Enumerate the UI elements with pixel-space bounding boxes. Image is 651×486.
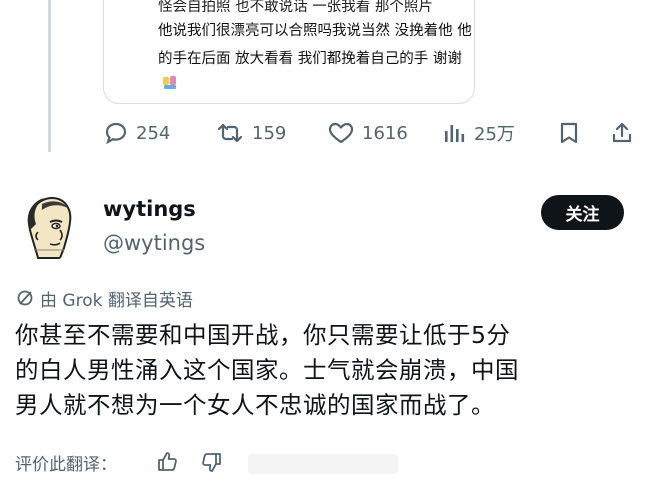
quoted-post-line-2: 他说我们很漂亮可以合照吗我说当然 没挽着他 他 [158,23,472,39]
blurred-watermark [248,454,398,474]
thumbs-down-button[interactable] [199,449,225,475]
like-count: 1616 [362,122,408,144]
reply-button[interactable]: 254 [104,118,170,148]
post-text-line: 男人就不想为一个女人不忠诚的国家而战了。 [15,391,495,419]
reply-count: 254 [136,122,171,144]
avatar[interactable] [20,192,76,262]
bookmark-icon [560,122,578,144]
post-text-line: 的白人男性涌入这个国家。士气就会崩溃，中国 [15,356,519,384]
views-button[interactable]: 25万 [442,118,515,148]
quoted-post-line-3: 的手在后面 放大看看 我们都挽着自己的手 谢谢 [158,51,462,67]
avatar-face-icon [20,192,76,262]
user-handle[interactable]: @wytings [103,231,205,255]
views-icon [445,125,465,142]
like-button[interactable]: 1616 [328,118,408,148]
thumbs-up-icon [158,452,177,471]
thumbs-up-button[interactable] [154,449,180,475]
quoted-post-line-top: 怪会自拍照 也不敢说话 一张我看 那个照片 [158,0,433,15]
views-count: 25万 [474,124,515,145]
emoji-icon [163,76,176,89]
bookmark-button[interactable] [558,118,580,148]
share-icon [612,122,632,143]
repost-icon [217,123,243,143]
thumbs-down-icon [202,453,221,472]
like-icon [328,122,354,144]
grok-icon [17,290,33,306]
follow-button[interactable]: 关注 [541,195,624,230]
translation-label: 由 Grok 翻译自英语 [40,290,193,311]
reply-icon [105,122,127,145]
username[interactable]: wytings [103,197,196,221]
repost-button[interactable]: 159 [216,118,286,148]
rate-translation-label: 评价此翻译： [15,454,117,475]
repost-count: 159 [252,122,287,144]
post-text-line: 你甚至不需要和中国开战，你只需要让低于5分 [15,321,511,349]
share-button[interactable] [610,118,634,148]
translation-notice: 由 Grok 翻译自英语 [16,285,193,311]
post-text: 你甚至不需要和中国开战，你只需要让低于5分 的白人男性涌入这个国家。士气就会崩溃… [15,318,635,423]
post-actions-bar: 254 159 1616 25万 [0,118,651,148]
quoted-post-card[interactable]: 怪会自拍照 也不敢说话 一张我看 那个照片 他说我们很漂亮可以合照吗我说当然 没… [103,0,475,104]
